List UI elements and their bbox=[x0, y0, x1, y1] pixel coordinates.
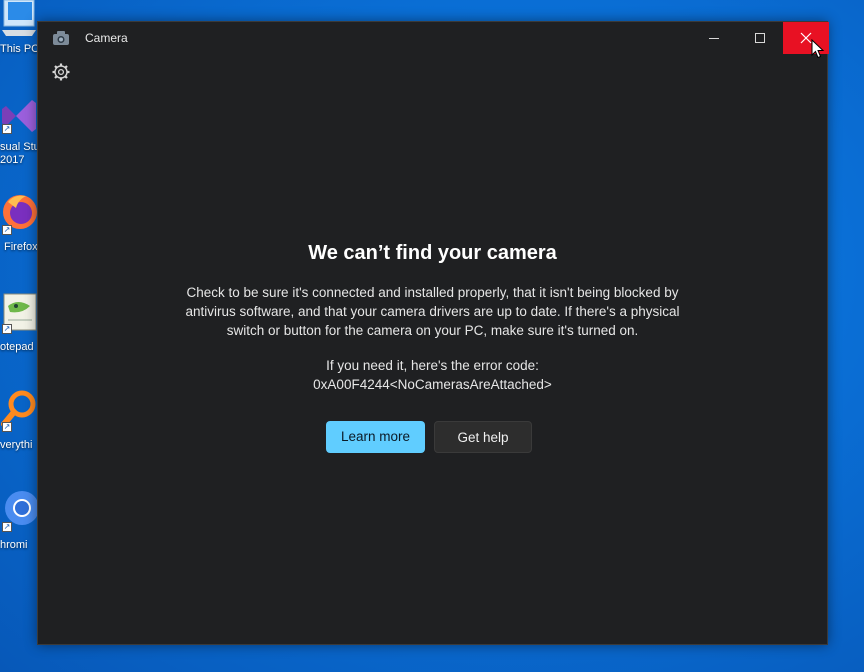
firefox-icon bbox=[3, 195, 37, 229]
desktop-icon-label: sual Stu 2017 bbox=[0, 141, 40, 166]
minimize-button[interactable] bbox=[691, 22, 737, 54]
shortcut-arrow-icon: ↗ bbox=[2, 225, 12, 235]
desktop-icon-label: verythi bbox=[0, 439, 33, 451]
error-content: We can’t find your camera Check to be su… bbox=[38, 242, 827, 394]
desktop-icon-label: hromi bbox=[0, 539, 28, 551]
shortcut-arrow-icon: ↗ bbox=[2, 324, 12, 334]
shortcut-arrow-icon: ↗ bbox=[2, 124, 12, 134]
maximize-icon bbox=[755, 33, 765, 43]
error-code: 0xA00F4244<NoCamerasAreAttached> bbox=[313, 377, 552, 392]
error-heading: We can’t find your camera bbox=[308, 242, 557, 264]
maximize-button[interactable] bbox=[737, 22, 783, 54]
pc-icon bbox=[2, 0, 36, 36]
error-code-label: If you need it, here's the error code: bbox=[326, 358, 539, 373]
camera-app-icon bbox=[53, 31, 69, 45]
chromium-icon bbox=[5, 491, 38, 525]
gear-icon[interactable] bbox=[51, 62, 71, 82]
window-title: Camera bbox=[85, 31, 128, 45]
desktop-icon-label: Firefox bbox=[4, 241, 38, 253]
mouse-cursor-icon bbox=[811, 39, 825, 59]
desktop-icon-label: This PC bbox=[0, 43, 40, 55]
shortcut-arrow-icon: ↗ bbox=[2, 422, 12, 432]
learn-more-button[interactable]: Learn more bbox=[326, 421, 425, 453]
shortcut-arrow-icon: ↗ bbox=[2, 522, 12, 532]
desktop-icon-label: otepad bbox=[0, 341, 34, 353]
minimize-icon bbox=[709, 37, 719, 39]
camera-window: Camera We can’t find your camera Check t… bbox=[37, 21, 829, 645]
action-buttons: Learn more Get help bbox=[38, 421, 827, 453]
title-bar[interactable]: Camera bbox=[38, 22, 829, 54]
error-description: Check to be sure it's connected and inst… bbox=[185, 285, 680, 338]
get-help-button[interactable]: Get help bbox=[434, 421, 532, 453]
